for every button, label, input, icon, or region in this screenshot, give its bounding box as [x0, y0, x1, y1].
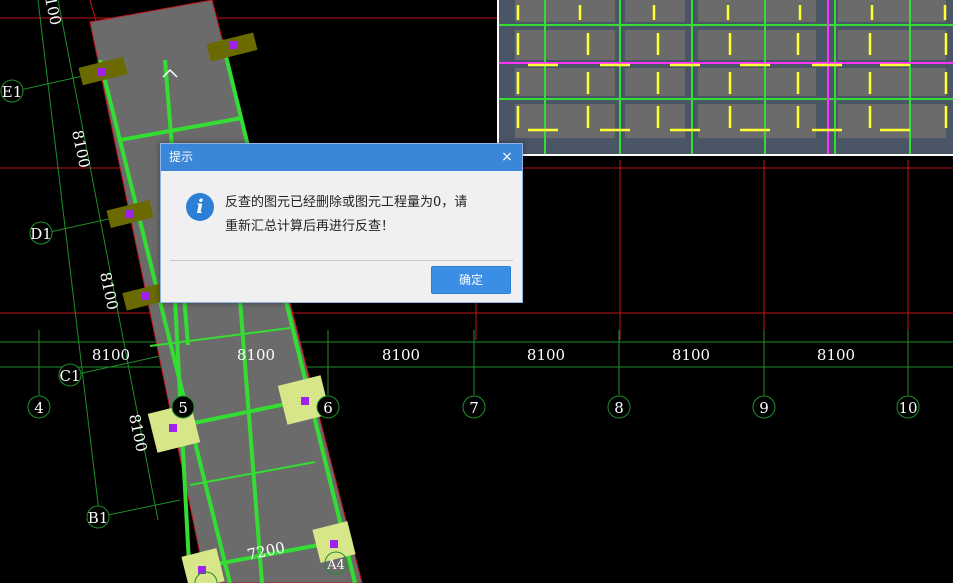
row-bubble-label: D1 — [30, 225, 52, 243]
dialog-message-line: 反查的图元已经删除或图元工程量为0，请 — [225, 195, 468, 210]
dialog-message: 反查的图元已经删除或图元工程量为0，请 重新汇总计算后再进行反查！ — [225, 191, 495, 239]
axis-bubble-label: 8 — [614, 399, 624, 417]
axis-spacing-label: 8100 — [527, 346, 565, 364]
axis-spacing-label: 8100 — [817, 346, 855, 364]
row-bubble-label: C1 — [59, 367, 80, 385]
row-bubble-label: B1 — [88, 509, 109, 527]
dialog-divider — [170, 260, 513, 261]
rotated-dim-label: 100 — [41, 0, 65, 27]
axis-bubble-label: 5 — [178, 399, 188, 417]
dialog-message-line: 重新汇总计算后再进行反查！ — [225, 219, 395, 234]
axis-spacing-label: 8100 — [92, 346, 130, 364]
axis-bubble-label: 6 — [323, 399, 333, 417]
info-icon: i — [186, 193, 214, 221]
axis-bubble-label: 10 — [898, 399, 917, 417]
axis-spacing-label: 8100 — [672, 346, 710, 364]
message-dialog: 提示 × i 反查的图元已经删除或图元工程量为0，请 重新汇总计算后再进行反查！… — [160, 143, 523, 303]
close-icon[interactable]: × — [500, 144, 514, 171]
rotated-dim-label: 8100 — [68, 128, 94, 169]
dialog-title-bar[interactable]: 提示 × — [161, 144, 522, 171]
row-bubble-label: E1 — [2, 83, 23, 101]
ok-button[interactable]: 确定 — [431, 266, 511, 294]
axis-spacing-label: 8100 — [382, 346, 420, 364]
axis-bubble-label: 7 — [469, 399, 479, 417]
axis-bubble-label: 4 — [34, 399, 44, 417]
axis-bubble-label: 9 — [759, 399, 769, 417]
rotated-dim-label: 8100 — [96, 270, 122, 311]
bottom-axis-partial-label: A4 — [326, 558, 345, 573]
dialog-title: 提示 — [169, 150, 194, 164]
rebar-panel[interactable] — [497, 0, 953, 156]
axis-spacing-label: 8100 — [237, 346, 275, 364]
rotated-dim-label: 8100 — [125, 412, 151, 453]
